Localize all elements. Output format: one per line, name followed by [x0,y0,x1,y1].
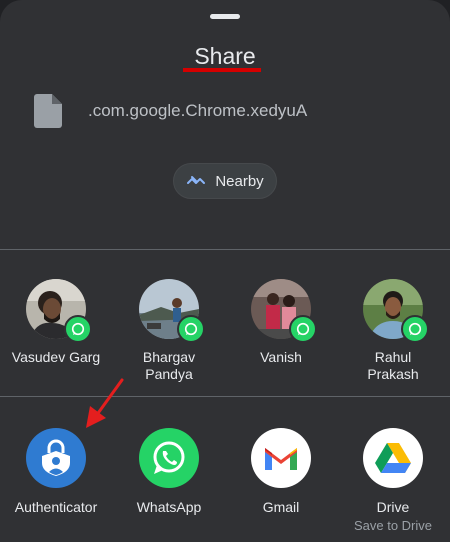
authenticator-icon [26,428,86,488]
whatsapp-badge-icon [401,315,429,343]
app-drive[interactable]: Drive Save to Drive [337,428,449,534]
nearby-label: Nearby [215,172,264,190]
divider [0,396,450,397]
app-label: Gmail [262,499,300,515]
contact-vanish[interactable]: Vanish [225,279,337,366]
contact-rahul-prakash[interactable]: Rahul Prakash [337,279,449,383]
contact-bhargav-pandya[interactable]: Bhargav Pandya [113,279,225,383]
app-gmail[interactable]: Gmail [225,428,337,516]
file-icon [34,94,62,128]
contact-name: Rahul Prakash [367,349,419,382]
avatar [26,279,92,343]
avatar [139,279,205,343]
contact-name: Vasudev Garg [11,349,101,365]
contact-name: Vanish [260,349,302,365]
avatar [251,279,317,343]
red-arrow-annotation [86,378,124,428]
nearby-icon [187,176,206,184]
share-sheet: Share .com.google.Chrome.xedyuA Nearby V… [0,0,450,542]
title-underline-annotation [183,68,261,72]
shared-file-name: .com.google.Chrome.xedyuA [88,101,308,120]
gmail-icon [251,428,311,488]
app-sublabel: Save to Drive [353,518,433,533]
share-title: Share [194,43,256,69]
whatsapp-badge-icon [64,315,92,343]
app-label: Authenticator [14,499,98,515]
drive-icon [363,428,423,488]
avatar [363,279,429,343]
whatsapp-icon [139,428,199,488]
app-authenticator[interactable]: Authenticator [0,428,112,516]
app-label: WhatsApp [136,499,202,515]
whatsapp-badge-icon [289,315,317,343]
whatsapp-badge-icon [177,315,205,343]
nearby-share-button[interactable]: Nearby [173,163,277,199]
app-label: Drive [376,499,410,515]
app-whatsapp[interactable]: WhatsApp [113,428,225,516]
contact-vasudev-garg[interactable]: Vasudev Garg [0,279,112,366]
drag-handle[interactable] [210,14,240,19]
divider [0,249,450,250]
